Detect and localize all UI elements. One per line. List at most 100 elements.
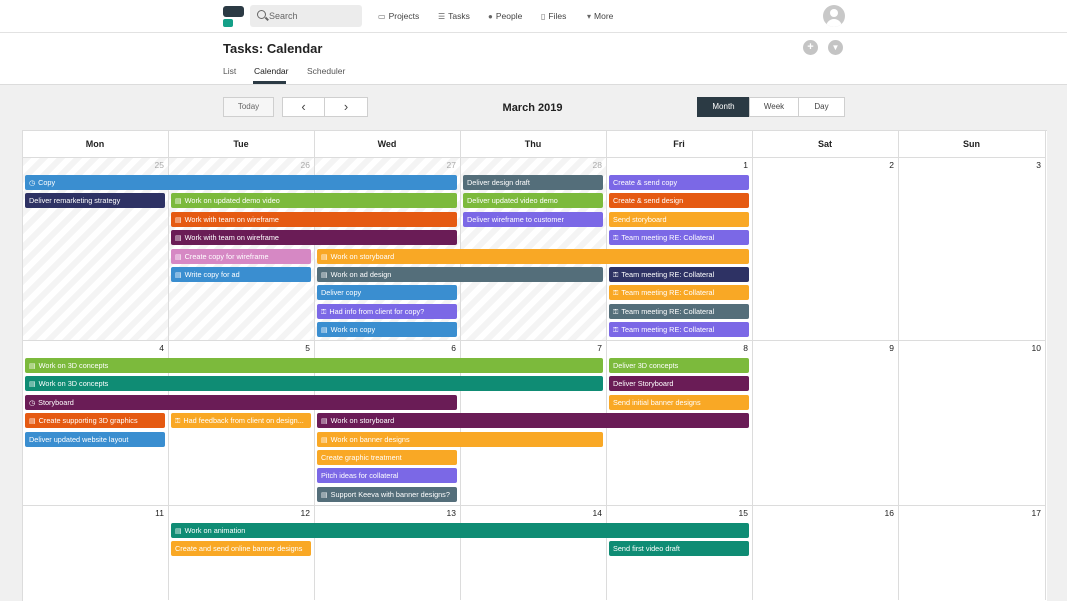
calendar-event[interactable]: ⚿ Had info from client for copy?: [317, 303, 457, 319]
briefcase-icon: ▤: [29, 363, 36, 370]
calendar-event[interactable]: Create & send copy: [609, 175, 749, 190]
calendar-event[interactable]: ▤ Work on updated demo video: [171, 193, 457, 209]
calendar-event[interactable]: ⚿ Team meeting RE: Collateral: [609, 230, 749, 246]
app-logo[interactable]: [223, 6, 244, 27]
calendar-event[interactable]: Create & send design: [609, 193, 749, 209]
calendar-event[interactable]: Send storyboard: [609, 211, 749, 227]
nav-people[interactable]: ● People: [488, 0, 522, 32]
calendar-event[interactable]: ◷ Copy: [25, 175, 457, 190]
calendar-event[interactable]: Deliver design draft: [463, 175, 603, 190]
calendar-event[interactable]: ▤ Work with team on wireframe: [171, 230, 457, 246]
event-title: Deliver remarketing strategy: [29, 196, 121, 206]
briefcase-icon: ▤: [321, 272, 328, 279]
prev-month-button[interactable]: ‹: [282, 97, 325, 117]
calendar-event[interactable]: ▤ Support Keeva with banner designs?: [317, 486, 457, 502]
month-title: March 2019: [502, 102, 563, 114]
event-title: Work on 3D concepts: [38, 379, 109, 389]
nav-projects-label: Projects: [388, 11, 420, 21]
briefcase-icon: ▤: [321, 327, 328, 335]
day-number: 25: [154, 160, 164, 170]
day-number: 6: [451, 343, 456, 353]
calendar-event[interactable]: Deliver updated video demo: [463, 193, 603, 209]
briefcase-icon: ▤: [175, 272, 182, 279]
today-button[interactable]: Today: [223, 97, 274, 117]
view-week-button[interactable]: Week: [749, 97, 799, 117]
event-title: Deliver 3D concepts: [613, 361, 679, 370]
day-number: 11: [155, 508, 164, 518]
next-month-button[interactable]: ›: [324, 97, 368, 117]
event-title: Create and send online banner designs: [175, 544, 303, 554]
briefcase-icon: ▤: [321, 253, 328, 261]
nav-projects[interactable]: ▭ Projects: [378, 0, 419, 32]
event-title: Pitch ideas for collateral: [321, 471, 399, 481]
calendar-event[interactable]: ▤ Work on ad design: [317, 267, 603, 282]
event-title: Write copy for ad: [184, 270, 240, 279]
event-title: Work on banner designs: [330, 434, 410, 444]
lock-icon: ⚿: [321, 308, 327, 316]
user-avatar[interactable]: [823, 5, 845, 27]
clock-icon: ◷: [29, 180, 36, 187]
person-icon: ●: [488, 12, 493, 21]
day-header-tue: Tue: [233, 139, 249, 149]
nav-tasks[interactable]: ☰ Tasks: [438, 0, 470, 32]
tab-list[interactable]: List: [223, 66, 236, 76]
event-title: Work with team on wireframe: [184, 233, 279, 243]
calendar-event[interactable]: ▤ Work on animation: [171, 523, 749, 538]
calendar-event[interactable]: ▤ Work on 3D concepts: [25, 358, 603, 373]
calendar-event[interactable]: Deliver 3D concepts: [609, 358, 749, 373]
search-icon: [257, 10, 266, 19]
day-header-sun: Sun: [963, 139, 980, 149]
event-title: Team meeting RE: Collateral: [621, 288, 715, 298]
grid-column-line: [1045, 130, 1046, 600]
calendar-event[interactable]: ▤ Work on 3D concepts: [25, 376, 603, 392]
calendar-event[interactable]: Pitch ideas for collateral: [317, 468, 457, 484]
calendar-event[interactable]: ⚿ Team meeting RE: Collateral: [609, 285, 749, 301]
calendar-event[interactable]: Deliver remarketing strategy: [25, 193, 165, 209]
day-header-mon: Mon: [85, 139, 105, 149]
calendar-event[interactable]: Create and send online banner designs: [171, 541, 311, 557]
nav-more[interactable]: ▾ More: [587, 0, 613, 32]
view-day-button[interactable]: Day: [798, 97, 845, 117]
calendar-event[interactable]: ▤ Work on banner designs: [317, 431, 603, 447]
search-placeholder: Search: [269, 11, 298, 21]
calendar-event[interactable]: ⚿ Team meeting RE: Collateral: [609, 303, 749, 319]
calendar-event[interactable]: ⚿ Had feedback from client on design...: [171, 413, 311, 429]
calendar-event[interactable]: ▤ Create copy for wireframe: [171, 248, 311, 264]
calendar-event[interactable]: ⚿ Team meeting RE: Collateral: [609, 322, 749, 338]
calendar-event[interactable]: ▤ Work on copy: [317, 322, 457, 338]
tab-calendar[interactable]: Calendar: [254, 66, 289, 76]
calendar-event[interactable]: ▤ Work with team on wireframe: [171, 211, 457, 227]
calendar-event[interactable]: Send initial banner designs: [609, 394, 749, 410]
nav-files[interactable]: ▯ Files: [541, 0, 566, 32]
calendar-event[interactable]: Deliver Storyboard: [609, 376, 749, 392]
day-number: 27: [446, 160, 456, 170]
briefcase-icon: ▤: [321, 491, 328, 499]
calendar-event[interactable]: ▤ Work on storyboard: [317, 248, 749, 264]
briefcase-icon: ▤: [175, 198, 182, 206]
day-number: 8: [743, 343, 748, 353]
event-title: Deliver copy: [321, 288, 362, 298]
calendar-event[interactable]: ⚿ Team meeting RE: Collateral: [609, 267, 749, 282]
calendar-event[interactable]: ▤ Create supporting 3D graphics: [25, 413, 165, 429]
view-month-button[interactable]: Month: [697, 97, 750, 117]
day-number: 12: [300, 508, 310, 518]
briefcase-icon: ▤: [321, 436, 328, 444]
search-input[interactable]: Search: [250, 5, 362, 27]
tab-scheduler[interactable]: Scheduler: [307, 66, 345, 76]
day-number: 13: [446, 508, 456, 518]
add-task-button[interactable]: +: [803, 40, 818, 55]
calendar-event[interactable]: Deliver wireframe to customer: [463, 211, 603, 227]
briefcase-icon: ▤: [321, 418, 328, 426]
calendar-event[interactable]: Deliver updated website layout: [25, 431, 165, 447]
event-title: Create graphic treatment: [321, 453, 402, 462]
calendar-event[interactable]: ▤ Work on storyboard: [317, 413, 749, 429]
filter-button[interactable]: ▼: [828, 40, 843, 55]
calendar-event[interactable]: Create graphic treatment: [317, 450, 457, 465]
calendar-event[interactable]: ▤ Write copy for ad: [171, 267, 311, 282]
calendar-event[interactable]: Send first video draft: [609, 541, 749, 557]
event-title: Deliver wireframe to customer: [467, 214, 564, 224]
calendar-event[interactable]: Deliver copy: [317, 285, 457, 301]
calendar-event[interactable]: ◷ Storyboard: [25, 394, 457, 410]
nav-more-label: More: [594, 11, 614, 21]
briefcase-icon: ▤: [175, 253, 182, 261]
